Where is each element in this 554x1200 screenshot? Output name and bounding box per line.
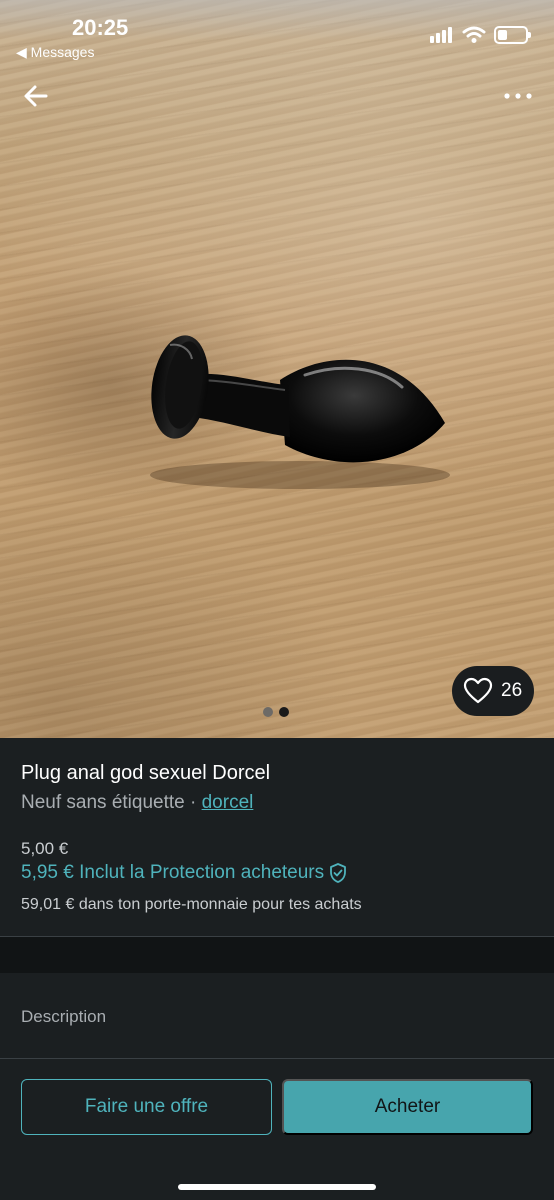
product-photo[interactable]: 20:25 ◀ Messages 26: [0, 0, 554, 738]
back-to-messages-link[interactable]: ◀ Messages: [16, 44, 94, 61]
wifi-icon: [462, 26, 486, 43]
home-indicator[interactable]: [178, 1184, 376, 1190]
favourite-count: 26: [501, 680, 523, 701]
more-horizontal-icon[interactable]: [500, 82, 536, 110]
listing-info: Plug anal god sexuel Dorcel Neuf sans ét…: [0, 738, 554, 938]
page-dot-1[interactable]: [263, 707, 273, 717]
wallet-balance-note: 59,01 € dans ton porte-monnaie pour tes …: [21, 896, 362, 913]
make-offer-button[interactable]: Faire une offre: [21, 1079, 272, 1135]
description-heading: Description: [21, 1007, 107, 1026]
description-section: Description: [0, 973, 554, 1058]
protected-price-text: 5,95 € Inclut la Protection acheteurs: [21, 862, 325, 883]
photo-page-indicator: [263, 707, 289, 717]
status-time: 20:25: [72, 15, 129, 40]
favourite-button[interactable]: 26: [452, 666, 534, 716]
listing-title: Plug anal god sexuel Dorcel: [21, 762, 271, 784]
brand-link[interactable]: dorcel: [202, 792, 254, 813]
product-object-image: [150, 335, 450, 489]
buy-button[interactable]: Acheter: [282, 1079, 533, 1135]
listing-meta: Neuf sans étiquette · dorcel: [21, 792, 253, 814]
item-price: 5,00 €: [21, 839, 69, 858]
heart-icon: [463, 677, 493, 704]
battery-icon: [494, 26, 531, 44]
arrow-left-icon[interactable]: [20, 80, 52, 112]
page-dot-2-active[interactable]: [279, 707, 289, 717]
bottom-action-bar: Faire une offre Acheter: [0, 1059, 554, 1200]
status-icons: [430, 26, 531, 44]
cellular-signal-icon: [430, 27, 454, 43]
section-spacer: [0, 937, 554, 973]
listing-condition: Neuf sans étiquette ·: [21, 792, 202, 813]
price-with-protection[interactable]: 5,95 € Inclut la Protection acheteurs: [21, 862, 348, 884]
shield-check-icon: [330, 863, 347, 883]
